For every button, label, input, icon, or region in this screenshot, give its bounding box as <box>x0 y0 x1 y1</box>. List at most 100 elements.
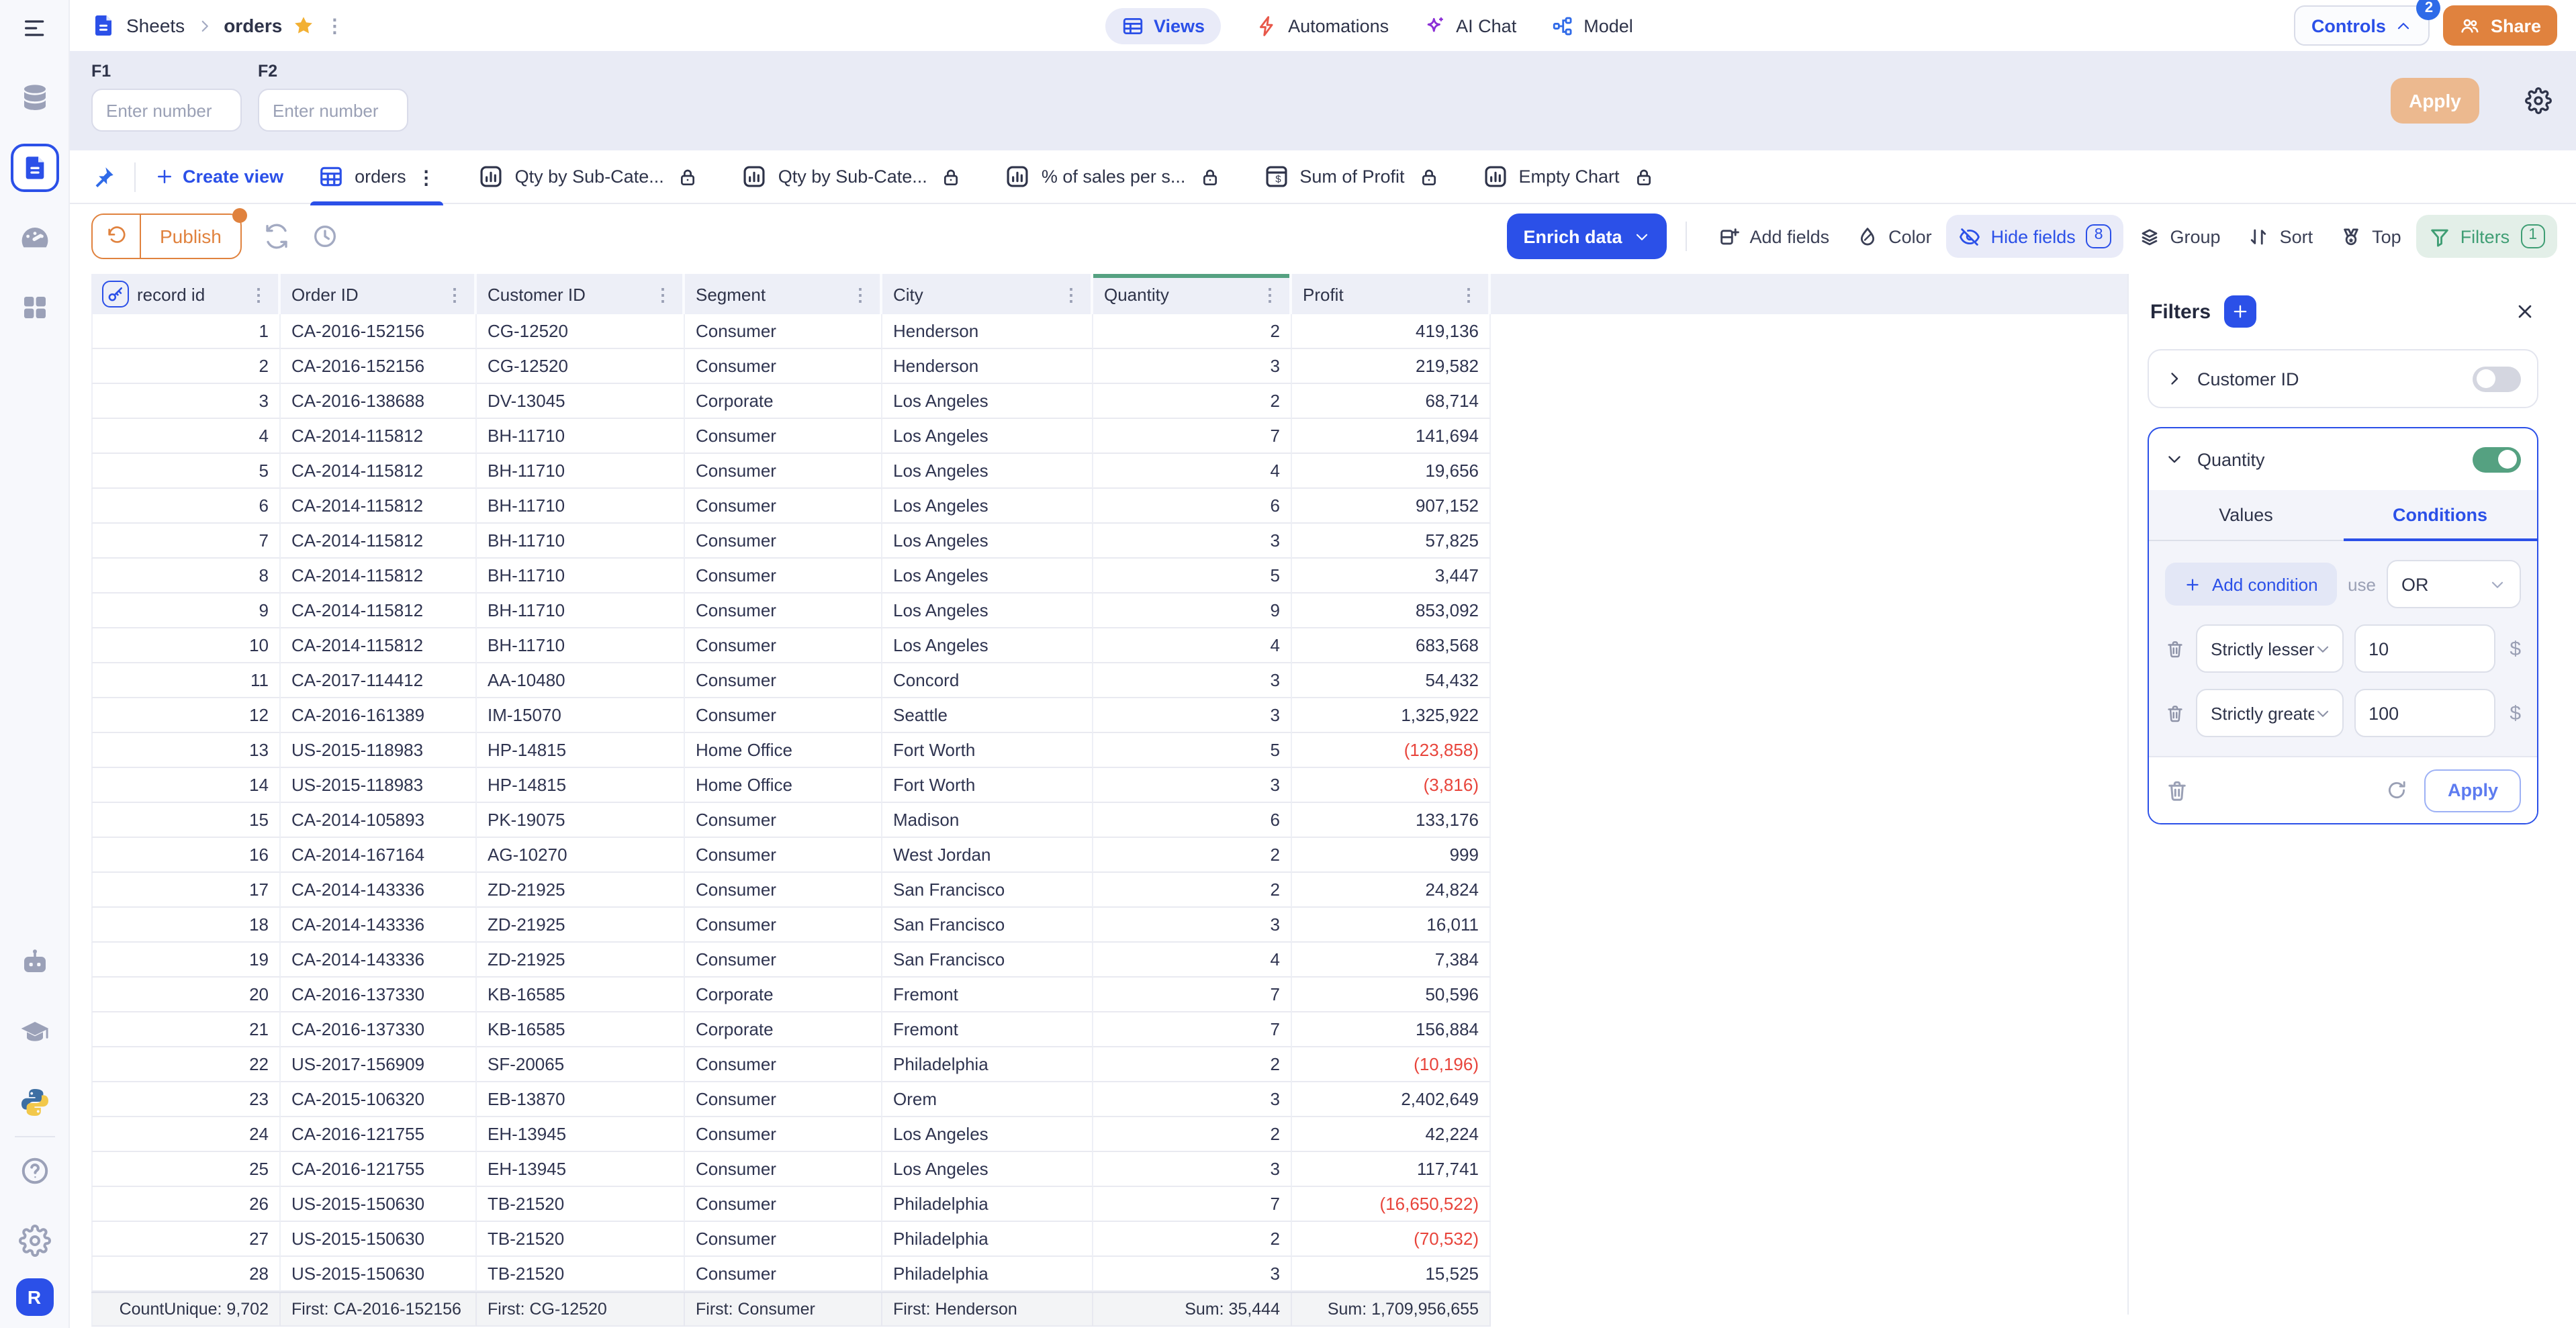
cell-record-id[interactable]: 9 <box>91 594 281 628</box>
table-row[interactable]: 16 CA-2014-167164 AG-10270 Consumer West… <box>91 838 1491 873</box>
column-menu-icon[interactable]: ⋮ <box>1460 285 1477 303</box>
cell-city[interactable]: Philadelphia <box>882 1187 1093 1222</box>
table-row[interactable]: 10 CA-2014-115812 BH-11710 Consumer Los … <box>91 628 1491 663</box>
grad-cap-icon[interactable] <box>18 1016 50 1049</box>
toolbar-button[interactable]: Top <box>2328 216 2413 257</box>
cell-record-id[interactable]: 2 <box>91 349 281 384</box>
tab-conditions[interactable]: Conditions <box>2343 490 2537 541</box>
cell-order-id[interactable]: CA-2014-105893 <box>281 803 477 838</box>
cell-order-id[interactable]: CA-2016-137330 <box>281 978 477 1012</box>
cell-order-id[interactable]: CA-2016-121755 <box>281 1117 477 1152</box>
nav-item[interactable]: Views <box>1105 7 1221 44</box>
cell-segment[interactable]: Consumer <box>685 314 882 349</box>
cell-customer-id[interactable]: ZD-21925 <box>477 943 685 978</box>
cell-record-id[interactable]: 17 <box>91 873 281 908</box>
view-tab[interactable]: Qty by Sub-Cate... <box>471 150 707 203</box>
column-header-profit[interactable]: Profit ⋮ <box>1292 274 1491 314</box>
summary-order-id[interactable]: First: CA-2016-152156 <box>281 1293 477 1327</box>
delete-filter-icon[interactable] <box>2165 778 2189 802</box>
cell-segment[interactable]: Consumer <box>685 419 882 454</box>
cell-order-id[interactable]: CA-2016-152156 <box>281 349 477 384</box>
cell-quantity[interactable]: 5 <box>1093 733 1292 768</box>
cell-city[interactable]: Los Angeles <box>882 559 1093 594</box>
table-row[interactable]: 6 CA-2014-115812 BH-11710 Consumer Los A… <box>91 489 1491 524</box>
cell-city[interactable]: Philadelphia <box>882 1222 1093 1257</box>
share-button[interactable]: Share <box>2444 5 2557 46</box>
cell-record-id[interactable]: 15 <box>91 803 281 838</box>
cell-quantity[interactable]: 7 <box>1093 978 1292 1012</box>
cell-customer-id[interactable]: HP-14815 <box>477 768 685 803</box>
enrich-data-button[interactable]: Enrich data <box>1507 214 1666 259</box>
cell-order-id[interactable]: US-2015-150630 <box>281 1187 477 1222</box>
cell-quantity[interactable]: 3 <box>1093 1082 1292 1117</box>
condition-value-input[interactable]: 100 <box>2354 689 2495 737</box>
table-row[interactable]: 27 US-2015-150630 TB-21520 Consumer Phil… <box>91 1222 1491 1257</box>
table-row[interactable]: 17 CA-2014-143336 ZD-21925 Consumer San … <box>91 873 1491 908</box>
robot-icon[interactable] <box>18 947 50 979</box>
cell-city[interactable]: West Jordan <box>882 838 1093 873</box>
cell-profit[interactable]: 999 <box>1292 838 1491 873</box>
cell-quantity[interactable]: 9 <box>1093 594 1292 628</box>
reset-filter-icon[interactable] <box>2386 779 2409 802</box>
cell-customer-id[interactable]: BH-11710 <box>477 594 685 628</box>
doc-sheet-icon[interactable] <box>10 144 58 192</box>
cell-record-id[interactable]: 22 <box>91 1047 281 1082</box>
table-row[interactable]: 26 US-2015-150630 TB-21520 Consumer Phil… <box>91 1187 1491 1222</box>
toolbar-button[interactable]: Sort <box>2236 216 2326 257</box>
cell-customer-id[interactable]: BH-11710 <box>477 454 685 489</box>
cell-segment[interactable]: Corporate <box>685 978 882 1012</box>
database-icon[interactable] <box>18 82 50 114</box>
cell-city[interactable]: Fremont <box>882 1012 1093 1047</box>
cell-segment[interactable]: Home Office <box>685 733 882 768</box>
nav-item[interactable]: AI Chat <box>1424 7 1516 44</box>
cell-quantity[interactable]: 3 <box>1093 908 1292 943</box>
summary-profit[interactable]: Sum: 1,709,956,655 <box>1292 1293 1491 1327</box>
view-tab[interactable]: Qty by Sub-Cate... <box>734 150 970 203</box>
operator-select[interactable]: Strictly greater t <box>2196 689 2343 737</box>
cell-profit[interactable]: 419,136 <box>1292 314 1491 349</box>
cell-segment[interactable]: Consumer <box>685 559 882 594</box>
table-row[interactable]: 22 US-2017-156909 SF-20065 Consumer Phil… <box>91 1047 1491 1082</box>
cell-segment[interactable]: Consumer <box>685 1082 882 1117</box>
cell-record-id[interactable]: 14 <box>91 768 281 803</box>
nav-item[interactable]: Automations <box>1256 7 1389 44</box>
cell-record-id[interactable]: 27 <box>91 1222 281 1257</box>
cell-record-id[interactable]: 23 <box>91 1082 281 1117</box>
cell-record-id[interactable]: 11 <box>91 663 281 698</box>
cell-record-id[interactable]: 7 <box>91 524 281 559</box>
cell-profit[interactable]: (70,532) <box>1292 1222 1491 1257</box>
column-menu-icon[interactable]: ⋮ <box>1062 285 1080 303</box>
cell-record-id[interactable]: 18 <box>91 908 281 943</box>
table-row[interactable]: 24 CA-2016-121755 EH-13945 Consumer Los … <box>91 1117 1491 1152</box>
cell-profit[interactable]: 219,582 <box>1292 349 1491 384</box>
breadcrumb-menu-icon[interactable]: ⋮ <box>325 16 344 35</box>
breadcrumb-sheets[interactable]: Sheets <box>126 15 185 36</box>
cell-record-id[interactable]: 19 <box>91 943 281 978</box>
grid4-icon[interactable] <box>18 291 50 324</box>
table-row[interactable]: 28 US-2015-150630 TB-21520 Consumer Phil… <box>91 1257 1491 1292</box>
gear-icon[interactable] <box>18 1225 50 1257</box>
table-row[interactable]: 14 US-2015-118983 HP-14815 Home Office F… <box>91 768 1491 803</box>
cell-customer-id[interactable]: CG-12520 <box>477 349 685 384</box>
cell-city[interactable]: Seattle <box>882 698 1093 733</box>
cell-customer-id[interactable]: ZD-21925 <box>477 908 685 943</box>
number-input[interactable] <box>91 89 242 132</box>
cell-order-id[interactable]: CA-2016-138688 <box>281 384 477 419</box>
python-icon[interactable] <box>18 1086 50 1119</box>
cell-customer-id[interactable]: DV-13045 <box>477 384 685 419</box>
cell-segment[interactable]: Consumer <box>685 594 882 628</box>
cell-customer-id[interactable]: HP-14815 <box>477 733 685 768</box>
cell-order-id[interactable]: US-2015-150630 <box>281 1222 477 1257</box>
cell-city[interactable]: Philadelphia <box>882 1047 1093 1082</box>
cell-profit[interactable]: 117,741 <box>1292 1152 1491 1187</box>
cell-record-id[interactable]: 24 <box>91 1117 281 1152</box>
cell-record-id[interactable]: 21 <box>91 1012 281 1047</box>
cell-quantity[interactable]: 3 <box>1093 1257 1292 1292</box>
table-row[interactable]: 13 US-2015-118983 HP-14815 Home Office F… <box>91 733 1491 768</box>
cell-profit[interactable]: 907,152 <box>1292 489 1491 524</box>
cell-quantity[interactable]: 2 <box>1093 838 1292 873</box>
summary-customer-id[interactable]: First: CG-12520 <box>477 1293 685 1327</box>
column-header-quantity[interactable]: Quantity ⋮ <box>1093 274 1292 314</box>
cell-record-id[interactable]: 3 <box>91 384 281 419</box>
cell-customer-id[interactable]: BH-11710 <box>477 524 685 559</box>
